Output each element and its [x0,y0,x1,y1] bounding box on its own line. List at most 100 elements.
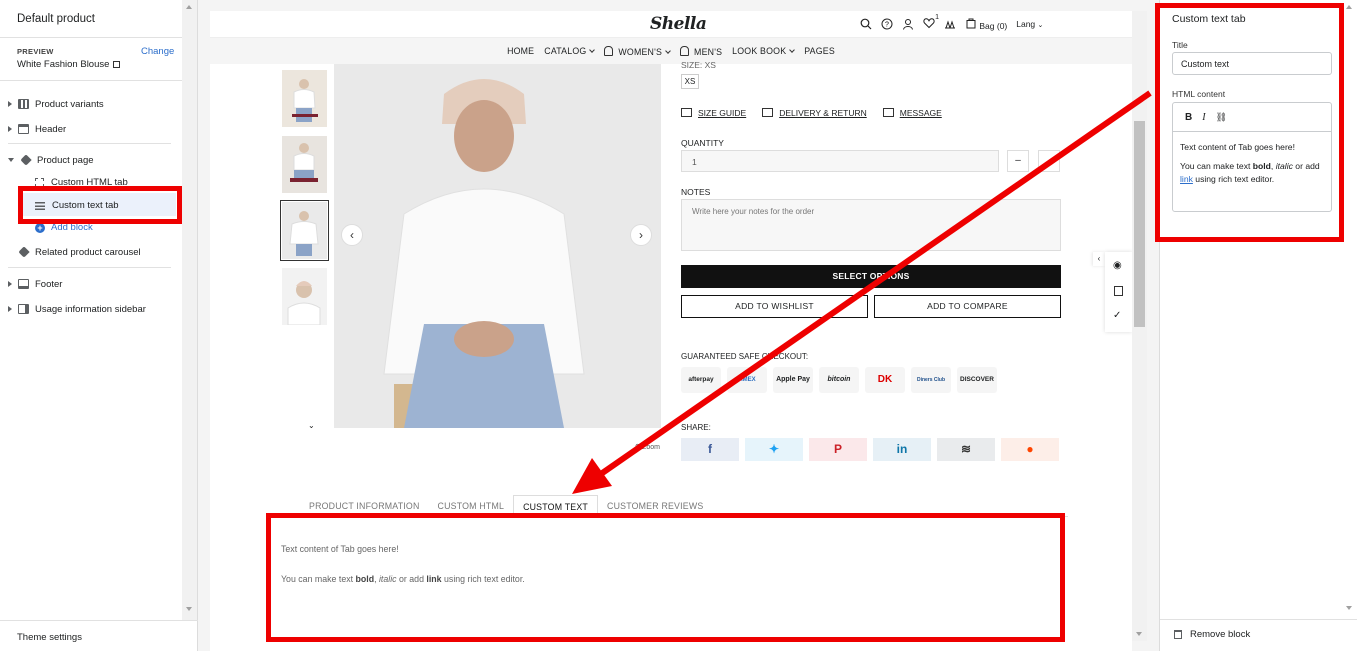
section-related-carousel[interactable]: Related product carousel [8,245,141,259]
buffer-share-icon[interactable]: ≋ [937,438,995,461]
section-footer[interactable]: Footer [8,277,62,291]
svg-text:?: ? [885,22,889,29]
external-link-icon[interactable] [113,61,121,68]
panel-scrollbar[interactable] [1342,0,1357,619]
divider [0,620,198,621]
product-main-image[interactable]: ‹ › [334,64,661,428]
bag-icon[interactable] [1114,286,1123,296]
divider [1160,619,1357,620]
scroll-down-icon[interactable] [1136,632,1142,636]
language-selector[interactable]: Lang ⌄ [1016,19,1043,29]
caret-down-icon[interactable] [8,158,14,162]
section-label: Product page [37,154,94,166]
nav-pages[interactable]: PAGES [804,46,835,56]
caret-right-icon[interactable] [8,306,12,312]
divider [8,143,171,144]
wishlist[interactable]: 1 [923,14,939,31]
bag-icon [966,18,976,29]
scroll-thumb[interactable] [1134,121,1145,327]
check-icon[interactable]: ✓ [1113,310,1121,321]
theme-settings-link[interactable]: Theme settings [17,632,82,643]
link-label: SIZE GUIDE [698,108,747,118]
bag[interactable]: Bag (0) [965,17,1007,31]
section-usage-sidebar[interactable]: Usage information sidebar [8,302,146,316]
compare-icon[interactable] [944,18,956,30]
scroll-down-icon[interactable] [1346,606,1352,610]
carousel-prev-button[interactable]: ‹ [341,224,363,246]
quantity-decrease-button[interactable]: – [1007,150,1029,172]
notes-textarea[interactable]: Write here your notes for the order [681,199,1061,251]
select-options-button[interactable]: SELECT OPTIONS [681,265,1061,288]
preview-scrollbar[interactable] [1132,11,1147,641]
add-to-compare-button[interactable]: ADD TO COMPARE [874,295,1061,318]
caret-right-icon[interactable] [8,281,12,287]
scroll-down-icon[interactable] [186,607,192,611]
annotation-box-sidebar [18,186,182,224]
guaranteed-checkout-label: GUARANTEED SAFE CHECKOUT: [681,352,809,361]
reddit-share-icon[interactable]: ● [1001,438,1059,461]
product-thumbnail[interactable] [282,136,327,193]
tag-icon [20,154,32,166]
dankort-icon: DK [865,367,905,393]
zoom-button[interactable]: ⚲ Zoom [635,443,660,451]
size-option-xs[interactable]: XS [681,74,699,89]
product-thumbnail-selected[interactable] [280,200,329,261]
quantity-input[interactable]: 1 [681,150,999,172]
preview-product[interactable]: White Fashion Blouse [17,59,121,70]
facebook-share-icon[interactable]: f [681,438,739,461]
sidebar-scrollbar[interactable] [182,0,197,620]
twitter-share-icon[interactable]: ✦ [745,438,803,461]
eye-icon[interactable]: ◉ [1113,260,1122,271]
nav-womens[interactable]: WOMEN'S [604,45,670,57]
share-buttons: f ✦ P in ≋ ● [681,438,1059,461]
store-header: Shella ? 1 Bag (0) Lang ⌄ [210,11,1132,38]
pinterest-share-icon[interactable]: P [809,438,867,461]
section-label: Footer [35,278,63,290]
add-to-wishlist-button[interactable]: ADD TO WISHLIST [681,295,868,318]
variants-icon [18,99,29,109]
linkedin-share-icon[interactable]: in [873,438,931,461]
size-guide-link[interactable]: SIZE GUIDE [681,108,746,118]
remove-block-button[interactable]: Remove block [1174,629,1250,640]
annotation-box-panel [1155,3,1344,242]
section-header[interactable]: Header [8,122,66,136]
woman-icon [604,45,614,56]
floating-toolbar: ◉ ✓ [1105,252,1132,332]
thumbs-down-icon[interactable]: ⌄ [308,421,315,430]
section-product-page[interactable]: Product page [8,153,94,167]
caret-right-icon[interactable] [8,101,12,107]
nav-lookbook[interactable]: LOOK BOOK [732,46,794,56]
nav-home[interactable]: HOME [507,46,534,56]
remove-block-label: Remove block [1190,629,1251,640]
scroll-up-icon[interactable] [1346,5,1352,9]
afterpay-icon: afterpay [681,367,721,393]
nav-mens-label: MEN'S [694,46,723,57]
section-label: Header [35,123,67,135]
help-icon[interactable]: ? [881,18,893,30]
nav-catalog[interactable]: CATALOG [544,46,594,56]
heart-icon [923,18,935,29]
product-thumbnail[interactable] [282,268,327,325]
header-icon [18,124,29,134]
carousel-next-button[interactable]: › [630,224,652,246]
caret-right-icon[interactable] [8,126,12,132]
floating-toolbar-toggle[interactable]: ‹ [1093,252,1105,266]
theme-editor-sidebar: Default product PREVIEW Change White Fas… [0,0,198,651]
account-icon[interactable] [902,18,914,30]
annotation-box-tab [266,513,1065,642]
message-link[interactable]: MESSAGE [882,108,942,118]
product-thumbnail[interactable] [282,70,327,127]
bitcoin-icon: bitcoin [819,367,859,393]
nav-mens[interactable]: MEN'S [680,45,723,57]
change-preview-link[interactable]: Change [141,46,174,57]
quantity-increase-button[interactable] [1038,150,1060,172]
truck-icon [762,108,774,117]
amex-icon: AMEX [727,367,767,393]
template-title[interactable]: Default product [17,13,95,25]
scroll-up-icon[interactable] [186,5,192,9]
section-product-variants[interactable]: Product variants [8,97,104,111]
header-icons: ? 1 Bag (0) Lang ⌄ [860,14,1043,31]
delivery-return-link[interactable]: DELIVERY & RETURN [762,108,867,118]
store-logo[interactable]: Shella [650,14,707,34]
search-icon[interactable] [860,18,872,30]
